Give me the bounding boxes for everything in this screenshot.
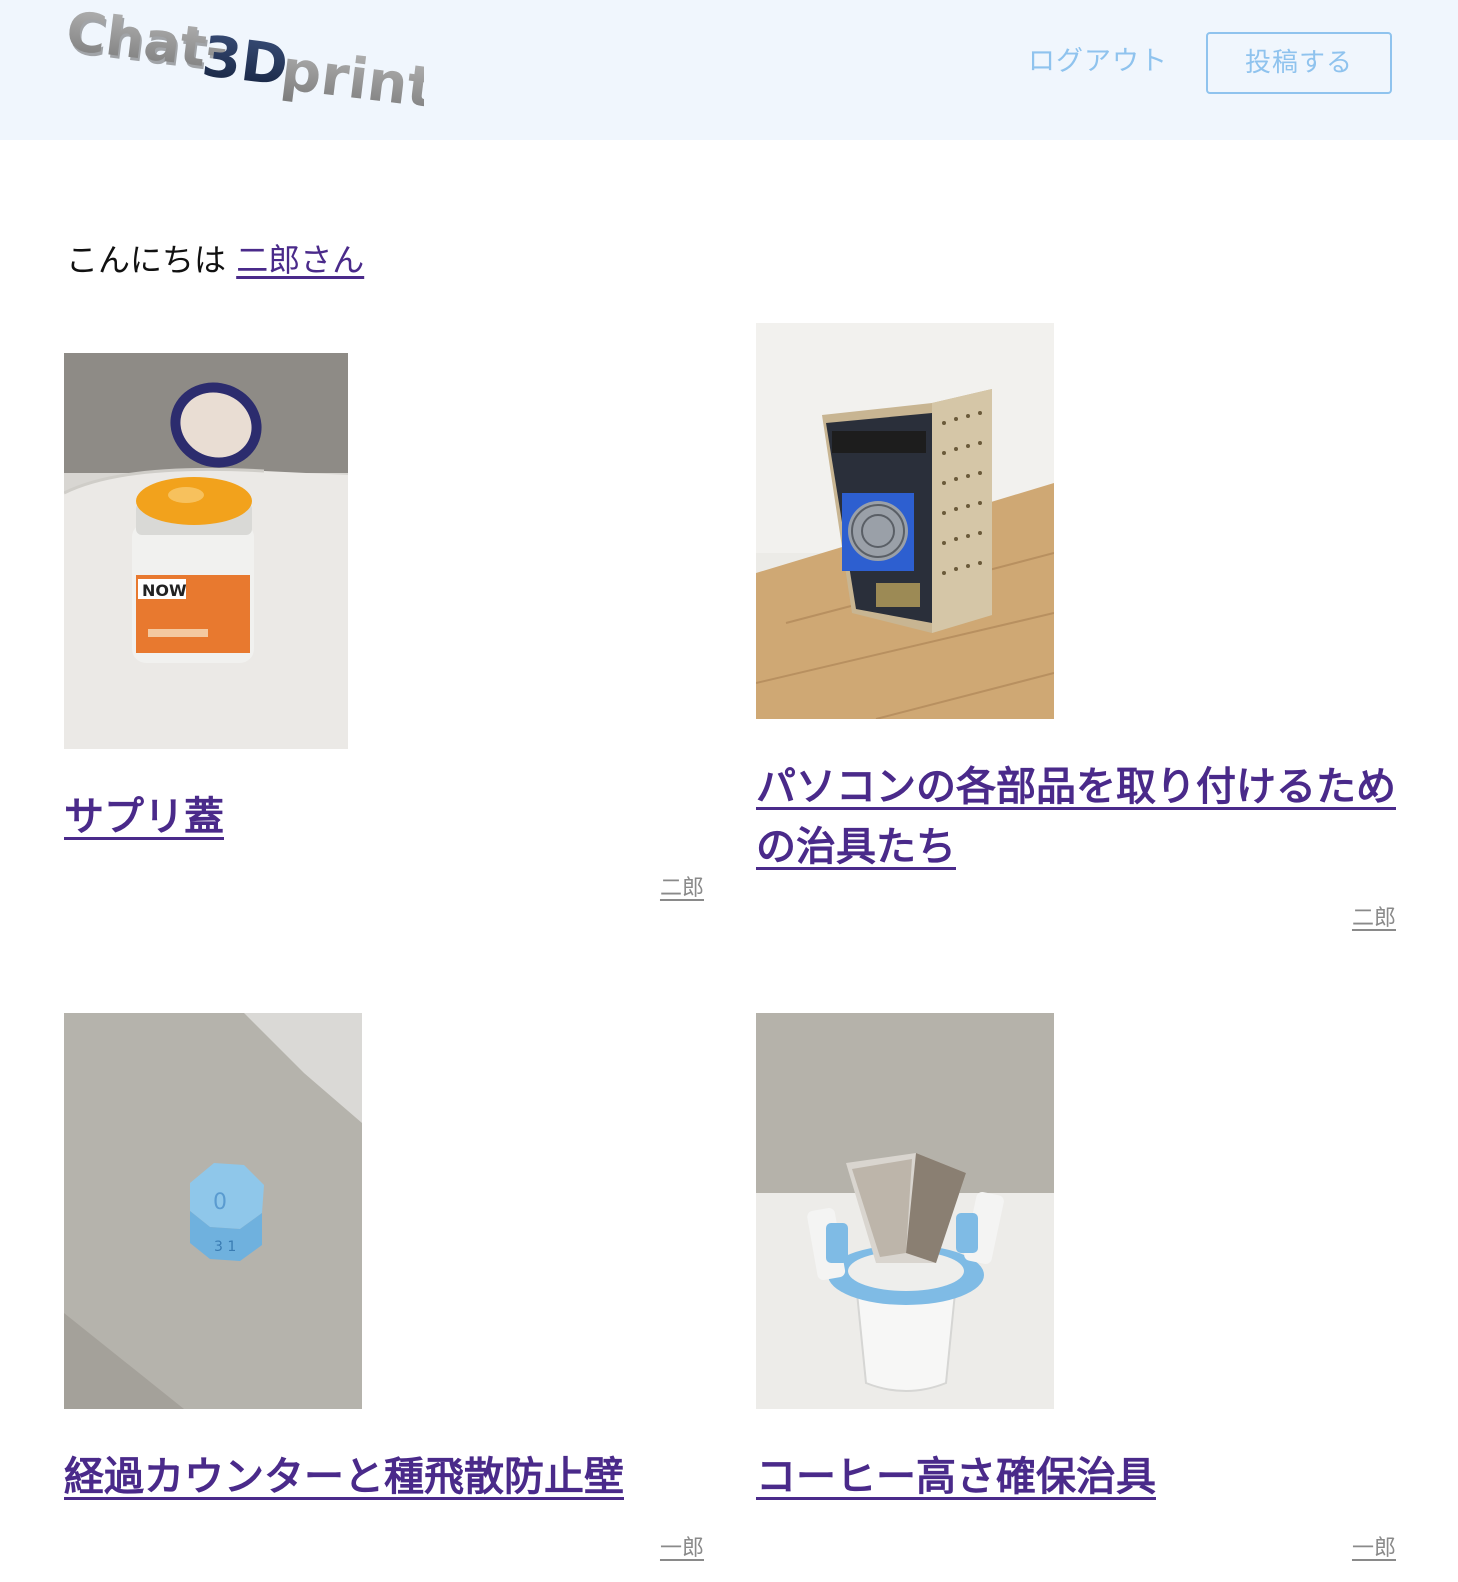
post-title-link[interactable]: パソコンの各部品を取り付けるための治具たち <box>756 757 1396 877</box>
coffee-holder-photo <box>756 1013 1054 1409</box>
logo-text-3d: 3D <box>199 24 292 99</box>
logout-link[interactable]: ログアウト <box>1028 42 1168 82</box>
greeting-prefix: こんにちは <box>66 241 227 279</box>
logo-wordmark: Chat- Chat- 3D print <box>64 8 424 120</box>
post-thumbnail-counter[interactable]: 0 3 1 <box>64 1013 362 1409</box>
pc-case-photo <box>756 323 1054 719</box>
post-thumbnail-supplement[interactable]: NOW <box>64 353 348 749</box>
post-author-link[interactable]: 一郎 <box>660 1530 704 1562</box>
svg-text:0: 0 <box>213 1190 227 1215</box>
counter-dial-photo: 0 3 1 <box>64 1013 362 1409</box>
post-title-link[interactable]: 経過カウンターと種飛散防止壁 <box>64 1447 704 1507</box>
post-author-link[interactable]: 一郎 <box>1352 1530 1396 1562</box>
greeting: こんにちは 二郎さん <box>66 238 364 282</box>
site-logo[interactable]: Chat- Chat- 3D print <box>64 8 424 120</box>
svg-text:3 1: 3 1 <box>214 1239 236 1255</box>
post-card: NOW サプリ蓋 二郎 <box>64 353 704 913</box>
post-button[interactable]: 投稿する <box>1206 32 1392 94</box>
supplement-bottle-photo: NOW <box>64 353 348 749</box>
post-author-link[interactable]: 二郎 <box>660 870 704 902</box>
post-thumbnail-pc-case[interactable] <box>756 323 1054 719</box>
site-header: Chat- Chat- 3D print ログアウト 投稿する <box>0 0 1458 140</box>
post-author-link[interactable]: 二郎 <box>1352 900 1396 932</box>
post-card: コーヒー高さ確保治具 一郎 <box>756 1013 1396 1573</box>
post-title-link[interactable]: サプリ蓋 <box>64 787 704 847</box>
post-title-link[interactable]: コーヒー高さ確保治具 <box>756 1447 1396 1507</box>
svg-text:NOW: NOW <box>142 581 187 600</box>
post-card: 0 3 1 経過カウンターと種飛散防止壁 一郎 <box>64 1013 704 1573</box>
post-card: パソコンの各部品を取り付けるための治具たち 二郎 <box>756 323 1396 943</box>
logo-text-print: print <box>278 38 424 120</box>
user-profile-link[interactable]: 二郎さん <box>236 241 364 279</box>
post-thumbnail-coffee[interactable] <box>756 1013 1054 1409</box>
